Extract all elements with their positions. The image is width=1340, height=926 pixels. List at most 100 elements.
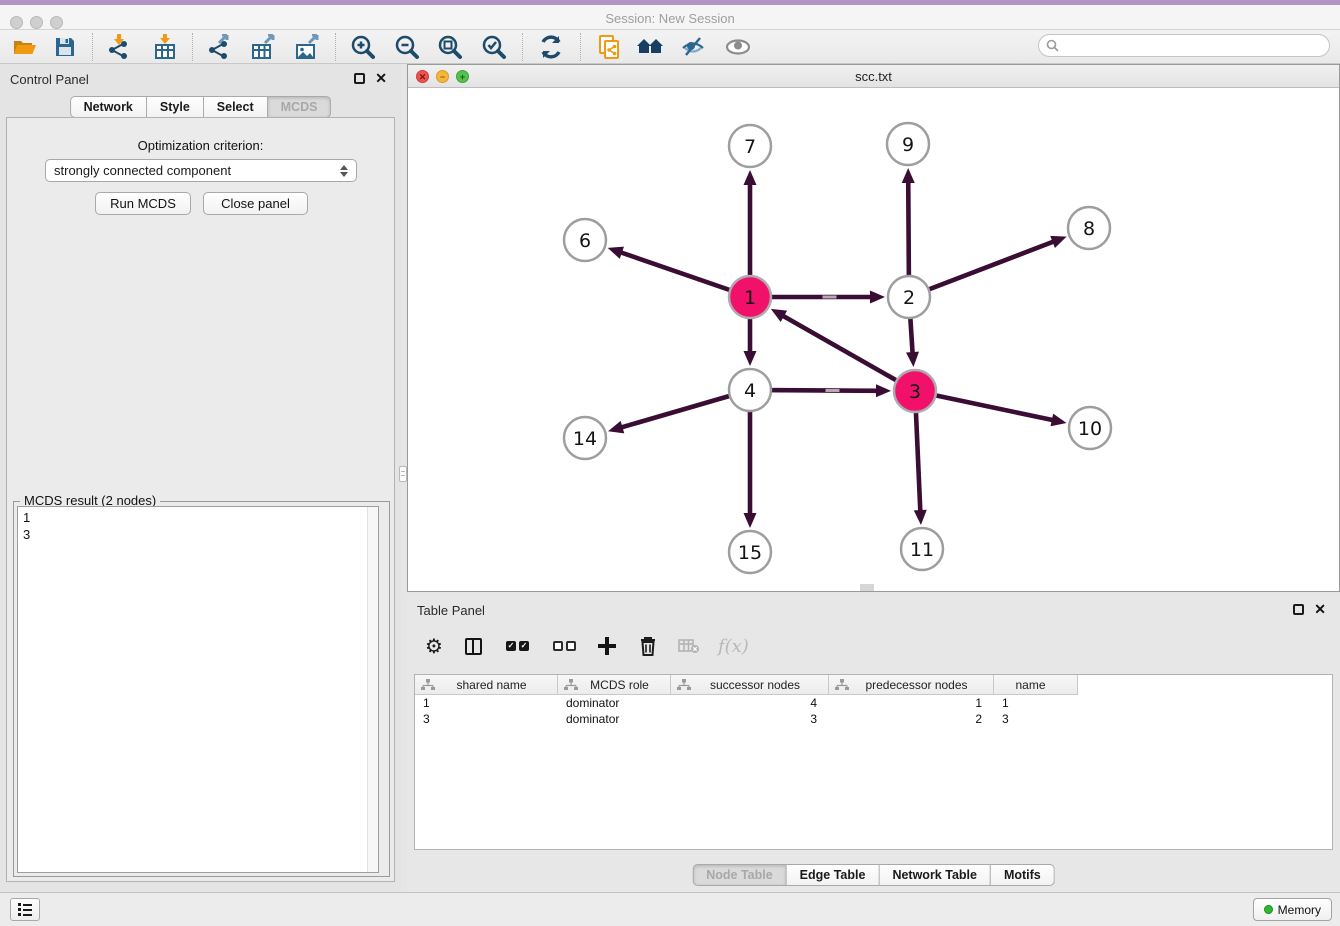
table-cell: 1: [994, 695, 1078, 711]
table-cell: 4: [671, 695, 829, 711]
column-header-successor-nodes[interactable]: successor nodes: [671, 675, 829, 695]
memory-status-dot: [1264, 905, 1273, 914]
network-view-window: ✕ − + scc.txt 7 9 6 8 1 2 4 3 14 10 15 11: [407, 64, 1340, 592]
run-mcds-button[interactable]: Run MCDS: [95, 192, 191, 215]
network-window-title: scc.txt: [408, 69, 1339, 84]
tab-network-table[interactable]: Network Table: [879, 864, 991, 886]
zoom-fit-icon[interactable]: [437, 34, 463, 60]
delete-table-icon: [678, 638, 700, 654]
column-header-predecessor-nodes[interactable]: predecessor nodes: [829, 675, 994, 695]
node-2[interactable]: 2: [888, 276, 930, 318]
result-scrollbar[interactable]: [367, 507, 378, 872]
optimization-criterion-select[interactable]: strongly connected component: [45, 159, 357, 182]
zoom-in-icon[interactable]: [350, 34, 376, 60]
delete-column-icon[interactable]: [638, 635, 658, 657]
table-row[interactable]: 3dominator323: [415, 711, 1332, 727]
task-history-button[interactable]: [10, 898, 40, 921]
panel-splitter-handle[interactable]: [399, 466, 407, 482]
table-cell: 3: [415, 711, 558, 727]
export-network-icon[interactable]: [206, 34, 232, 60]
search-icon: [1046, 39, 1059, 52]
export-table-icon[interactable]: [250, 34, 276, 60]
close-table-panel-icon[interactable]: ✕: [1314, 603, 1326, 615]
column-select-icon[interactable]: [465, 638, 482, 655]
refresh-layout-icon[interactable]: [538, 34, 564, 60]
float-panel-icon[interactable]: [354, 73, 365, 84]
node-11[interactable]: 11: [901, 528, 943, 570]
node-label: 10: [1078, 418, 1102, 440]
close-panel-icon[interactable]: ✕: [375, 72, 387, 84]
network-window-titlebar[interactable]: ✕ − + scc.txt: [408, 65, 1339, 88]
hide-eye-icon[interactable]: [680, 34, 706, 60]
node-7[interactable]: 7: [729, 125, 771, 167]
tab-motifs[interactable]: Motifs: [991, 864, 1055, 886]
clone-network-icon[interactable]: [596, 34, 622, 60]
tab-select[interactable]: Select: [204, 96, 268, 118]
zoom-selected-icon[interactable]: [481, 34, 507, 60]
table-cell: 2: [829, 711, 994, 727]
float-table-panel-icon[interactable]: [1293, 604, 1304, 615]
tree-icon: [676, 679, 692, 690]
tab-network[interactable]: Network: [70, 96, 147, 118]
optimization-criterion-label: Optimization criterion:: [7, 138, 394, 153]
export-image-icon[interactable]: [294, 34, 320, 60]
gear-icon[interactable]: ⚙: [425, 636, 443, 656]
search-input[interactable]: [1064, 39, 1329, 53]
tree-icon: [834, 679, 850, 690]
search-box: [1038, 34, 1330, 57]
column-header-shared-name[interactable]: shared name: [415, 675, 558, 695]
open-session-icon[interactable]: [12, 34, 38, 60]
table-cell: 1: [415, 695, 558, 711]
import-table-icon[interactable]: [152, 34, 178, 60]
show-eye-icon[interactable]: [724, 34, 750, 60]
control-panel: Control Panel ✕ NetworkStyleSelectMCDS O…: [0, 64, 401, 892]
node-label: 14: [573, 428, 597, 450]
add-column-icon[interactable]: [598, 637, 616, 655]
node-3[interactable]: 3: [894, 370, 936, 412]
edge-1-6[interactable]: [608, 247, 750, 297]
tab-mcds[interactable]: MCDS: [268, 96, 332, 118]
table-row[interactable]: 1dominator411: [415, 695, 1332, 711]
save-session-icon[interactable]: [52, 34, 78, 60]
node-9[interactable]: 9: [887, 123, 929, 165]
node-4[interactable]: 4: [729, 369, 771, 411]
node-15[interactable]: 15: [729, 531, 771, 573]
node-10[interactable]: 10: [1069, 407, 1111, 449]
toolbar-separator: [580, 33, 581, 61]
control-panel-title: Control Panel: [10, 72, 89, 87]
import-network-icon[interactable]: [106, 34, 132, 60]
mcds-result-groupbox: MCDS result (2 nodes) 1 3: [13, 501, 390, 877]
edge-3-1[interactable]: [771, 309, 915, 391]
node-label: 9: [902, 134, 914, 156]
edge-2-8[interactable]: [909, 236, 1067, 297]
tab-style[interactable]: Style: [147, 96, 204, 118]
edge-label: [823, 296, 837, 299]
edge-4-14[interactable]: [608, 390, 750, 433]
node-1[interactable]: 1: [729, 276, 771, 318]
mcds-tab-content: Optimization criterion: strongly connect…: [6, 117, 395, 882]
select-all-icon[interactable]: ✓✓: [506, 641, 529, 651]
network-canvas[interactable]: 7 9 6 8 1 2 4 3 14 10 15 11: [408, 88, 1339, 591]
control-panel-tabs: NetworkStyleSelectMCDS: [70, 96, 332, 118]
close-panel-button[interactable]: Close panel: [203, 192, 308, 215]
home-icon[interactable]: [636, 34, 662, 60]
edge-label: [826, 389, 840, 392]
mcds-result-textarea[interactable]: 1 3: [17, 506, 379, 873]
edge-3-10[interactable]: [915, 391, 1067, 426]
column-header-name[interactable]: name: [994, 675, 1078, 695]
tree-icon: [420, 679, 436, 690]
node-14[interactable]: 14: [564, 417, 606, 459]
tab-node-table[interactable]: Node Table: [692, 864, 786, 886]
tab-edge-table[interactable]: Edge Table: [787, 864, 880, 886]
node-6[interactable]: 6: [564, 219, 606, 261]
deselect-all-icon[interactable]: [553, 641, 576, 651]
column-header-MCDS-role[interactable]: MCDS role: [558, 675, 671, 695]
zoom-out-icon[interactable]: [394, 34, 420, 60]
toolbar-separator: [92, 33, 93, 61]
node-8[interactable]: 8: [1068, 207, 1110, 249]
node-label: 7: [744, 136, 756, 158]
canvas-splitter-handle[interactable]: [860, 584, 874, 591]
node-label: 8: [1083, 218, 1095, 240]
memory-button[interactable]: Memory: [1253, 898, 1332, 921]
main-toolbar: [0, 30, 1340, 64]
